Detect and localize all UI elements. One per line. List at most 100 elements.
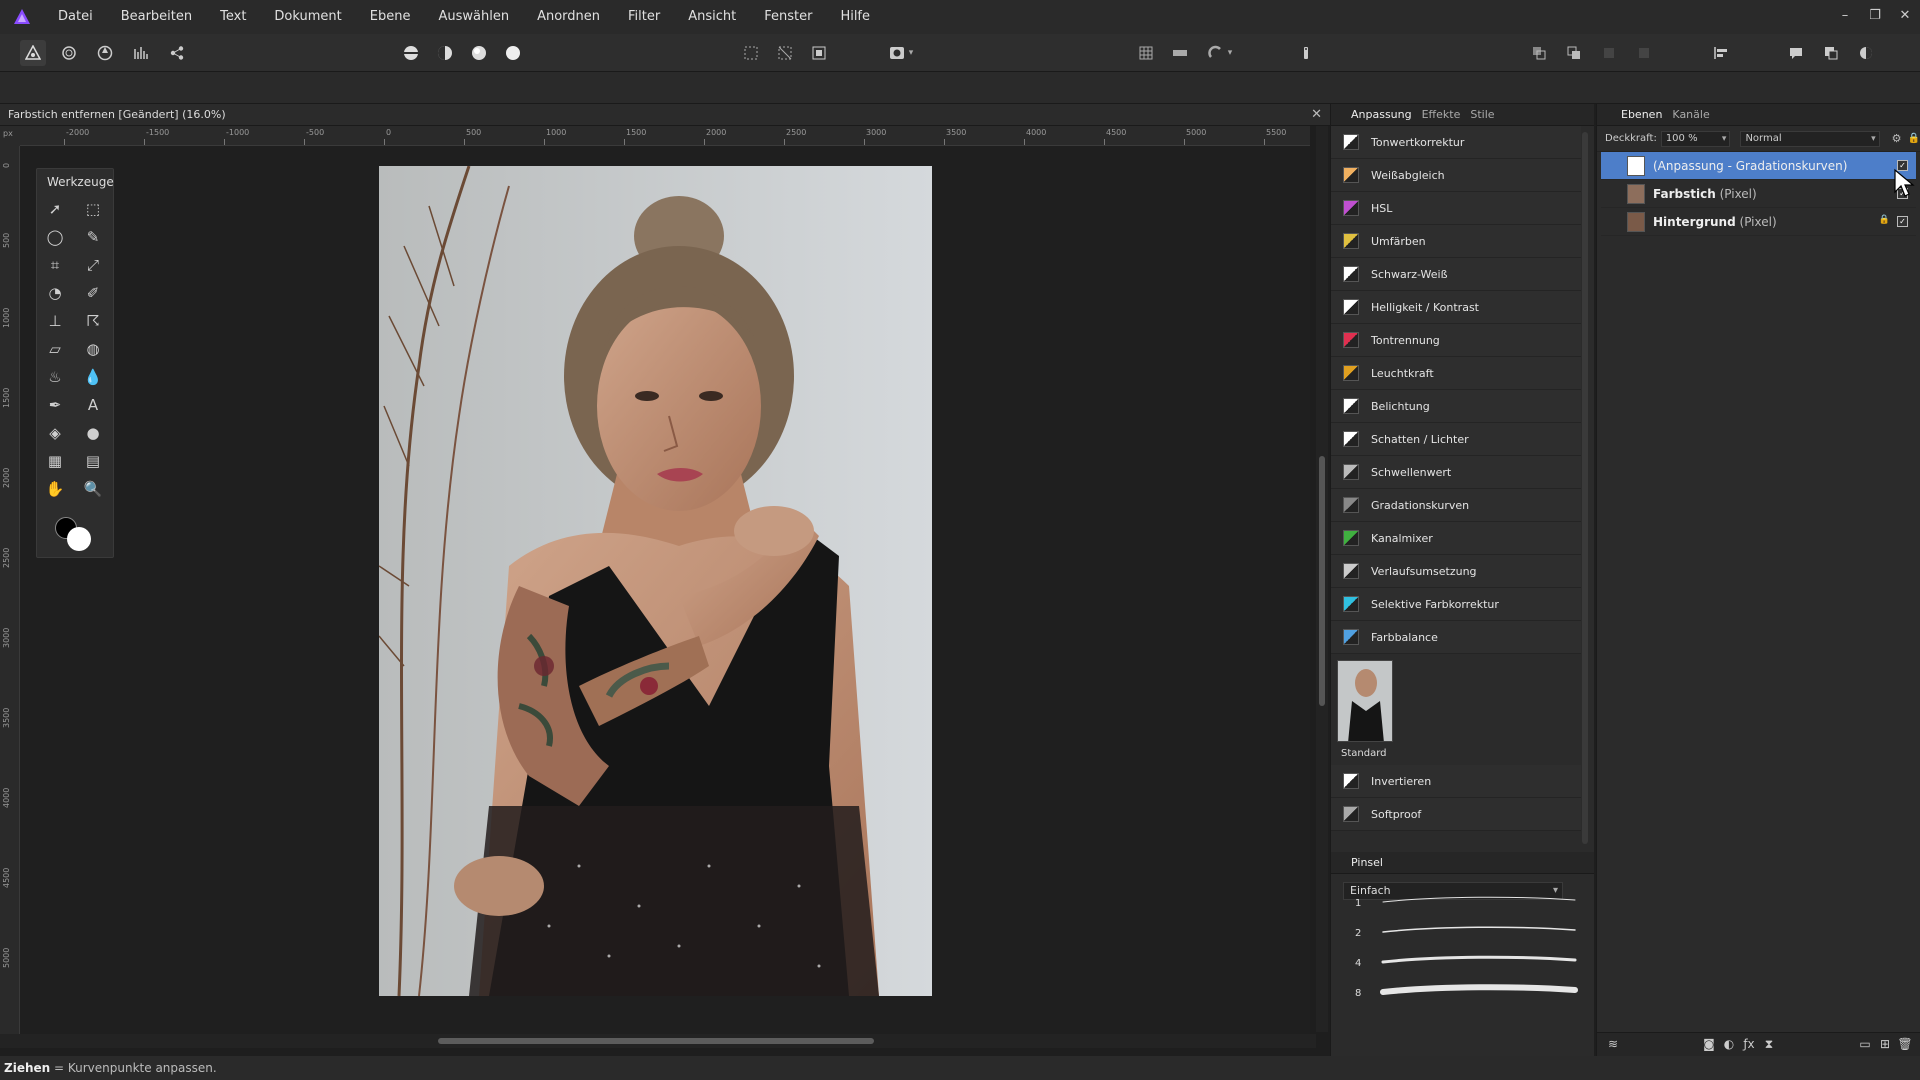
move-tool-icon[interactable]: ➚ <box>43 197 67 221</box>
adjustment-item[interactable]: Invertieren <box>1331 765 1581 798</box>
scroll-thumb[interactable] <box>438 1038 874 1044</box>
lock-icon[interactable]: 🔒 <box>1908 133 1920 144</box>
adjustment-item[interactable]: Schatten / Lichter <box>1331 423 1581 456</box>
menu-datei[interactable]: Datei <box>44 0 107 34</box>
adjustment-item[interactable]: Tontrennung <box>1331 324 1581 357</box>
color-swatch[interactable] <box>53 515 97 555</box>
flood-fill-icon[interactable]: ◔ <box>43 281 67 305</box>
auto-white-balance-button[interactable] <box>500 40 526 66</box>
brush-preset[interactable]: 8 <box>1343 980 1583 1004</box>
boolean-add-button[interactable] <box>1783 40 1809 66</box>
adjustment-item[interactable]: Tonwertkorrektur <box>1331 126 1581 159</box>
brush-preset[interactable]: 4 <box>1343 950 1583 974</box>
smudge-icon[interactable]: ☈ <box>81 309 105 333</box>
auto-levels-button[interactable] <box>398 40 424 66</box>
menu-auswaehlen[interactable]: Auswählen <box>424 0 523 34</box>
adjustment-item[interactable]: Gradationskurven <box>1331 489 1581 522</box>
auto-colors-button[interactable] <box>466 40 492 66</box>
layer-row[interactable]: Farbstich (Pixel) ✓ <box>1601 180 1916 208</box>
eyedropper-icon[interactable]: ⤢ <box>81 253 105 277</box>
tab-pinsel[interactable]: Pinsel <box>1351 856 1383 869</box>
quick-mask-dropdown[interactable]: ▾ <box>904 40 918 66</box>
preset-thumbnail[interactable] <box>1337 660 1393 742</box>
layer-row[interactable]: (Anpassung - Gradationskurven) ✓ <box>1601 152 1916 180</box>
adjustment-item[interactable]: Selektive Farbkorrektur <box>1331 588 1581 621</box>
menu-ebene[interactable]: Ebene <box>356 0 425 34</box>
live-filter-icon[interactable]: ⧗ <box>1761 1037 1777 1053</box>
adjustment-item[interactable]: Helligkeit / Kontrast <box>1331 291 1581 324</box>
brush-preset[interactable]: 2 <box>1343 920 1583 944</box>
tab-effekte[interactable]: Effekte <box>1422 108 1461 121</box>
align-button[interactable] <box>1167 40 1193 66</box>
layers-stack-icon[interactable]: ≋ <box>1605 1037 1621 1053</box>
document-photo[interactable] <box>379 166 932 996</box>
eraser-icon[interactable]: ▱ <box>43 337 67 361</box>
menu-anordnen[interactable]: Anordnen <box>523 0 614 34</box>
boolean-subtract-button[interactable] <box>1818 40 1844 66</box>
selection-brush-icon[interactable]: ✎ <box>81 225 105 249</box>
snapping-grid-button[interactable] <box>1133 40 1159 66</box>
snapping-dropdown[interactable]: ▾ <box>1223 40 1237 66</box>
develop-persona-button[interactable] <box>92 40 118 66</box>
menu-text[interactable]: Text <box>206 0 260 34</box>
adjustment-item[interactable]: Leuchtkraft <box>1331 357 1581 390</box>
hand-icon[interactable]: ✋ <box>43 477 67 501</box>
menu-dokument[interactable]: Dokument <box>260 0 355 34</box>
new-layer-icon[interactable]: ⊞ <box>1877 1037 1893 1053</box>
mask-layer-icon[interactable]: ◙ <box>1701 1037 1717 1053</box>
zoom-icon[interactable]: 🔍 <box>81 477 105 501</box>
adjustment-scrollbar[interactable] <box>1582 132 1588 844</box>
adjustment-item[interactable]: Kanalmixer <box>1331 522 1581 555</box>
delete-layer-icon[interactable]: 🗑 <box>1897 1037 1913 1053</box>
perspective-icon[interactable]: ▤ <box>81 449 105 473</box>
canvas-horizontal-scrollbar[interactable] <box>0 1034 1316 1048</box>
canvas[interactable]: Werkzeuge ➚ ⬚ ◯ ✎ ⌗ ⤢ ◔ ✐ ⊥ ☈ ▱ ◍ ♨ 💧 ✒ … <box>20 146 1310 1034</box>
tab-stile[interactable]: Stile <box>1470 108 1494 121</box>
adjustment-item[interactable]: HSL <box>1331 192 1581 225</box>
adjustment-item[interactable]: Schwarz-Weiß <box>1331 258 1581 291</box>
tab-kanaele[interactable]: Kanäle <box>1672 108 1709 121</box>
arrange-back-button[interactable] <box>1526 40 1552 66</box>
restore-button[interactable]: ❐ <box>1860 0 1890 34</box>
tab-ebenen[interactable]: Ebenen <box>1621 108 1662 121</box>
selection-mode-button[interactable] <box>738 40 764 66</box>
gradient-icon[interactable]: ◈ <box>43 421 67 445</box>
lasso-icon[interactable]: ◯ <box>43 225 67 249</box>
minimize-button[interactable]: – <box>1830 0 1860 34</box>
paint-brush-icon[interactable]: ✐ <box>81 281 105 305</box>
scroll-thumb[interactable] <box>1319 456 1325 706</box>
menu-ansicht[interactable]: Ansicht <box>674 0 750 34</box>
brush-preset[interactable]: 1 <box>1343 890 1583 914</box>
text-tool-icon[interactable]: A <box>81 393 105 417</box>
adjustment-layer-icon[interactable]: ◐ <box>1721 1037 1737 1053</box>
crop-icon[interactable]: ⌗ <box>43 253 67 277</box>
adjustment-item[interactable]: Schwellenwert <box>1331 456 1581 489</box>
adjustment-item[interactable]: Belichtung <box>1331 390 1581 423</box>
align-menu-button[interactable] <box>1708 40 1734 66</box>
boolean-intersect-button[interactable] <box>1853 40 1879 66</box>
adjustment-item[interactable]: Weißabgleich <box>1331 159 1581 192</box>
layer-lock-icon[interactable]: 🔒 <box>1879 215 1890 225</box>
document-tab[interactable]: Farbstich entfernen [Geändert] (16.0%) ✕ <box>0 104 1330 126</box>
adjustment-item[interactable]: Umfärben <box>1331 225 1581 258</box>
pen-icon[interactable]: ✒ <box>43 393 67 417</box>
blur-icon[interactable]: 💧 <box>81 365 105 389</box>
menu-fenster[interactable]: Fenster <box>750 0 826 34</box>
menu-bearbeiten[interactable]: Bearbeiten <box>107 0 206 34</box>
close-document-icon[interactable]: ✕ <box>1311 104 1322 126</box>
affinity-photo-logo[interactable] <box>0 0 44 34</box>
menu-filter[interactable]: Filter <box>614 0 674 34</box>
menu-hilfe[interactable]: Hilfe <box>826 0 884 34</box>
photo-persona-button[interactable] <box>20 40 46 66</box>
adjustment-item[interactable]: Verlaufsumsetzung <box>1331 555 1581 588</box>
blend-mode-select[interactable]: Normal <box>1740 130 1880 147</box>
arrange-disabled-2-button[interactable] <box>1631 40 1657 66</box>
arrange-disabled-1-button[interactable] <box>1596 40 1622 66</box>
selection-invert-button[interactable] <box>806 40 832 66</box>
new-group-icon[interactable]: ▭ <box>1857 1037 1873 1053</box>
adjustment-item[interactable]: Softproof <box>1331 798 1581 831</box>
dodge-icon[interactable]: ♨ <box>43 365 67 389</box>
opacity-input[interactable]: 100 % <box>1660 130 1731 147</box>
secondary-color-swatch[interactable] <box>67 527 91 551</box>
layer-visibility-checkbox[interactable]: ✓ <box>1897 216 1908 227</box>
